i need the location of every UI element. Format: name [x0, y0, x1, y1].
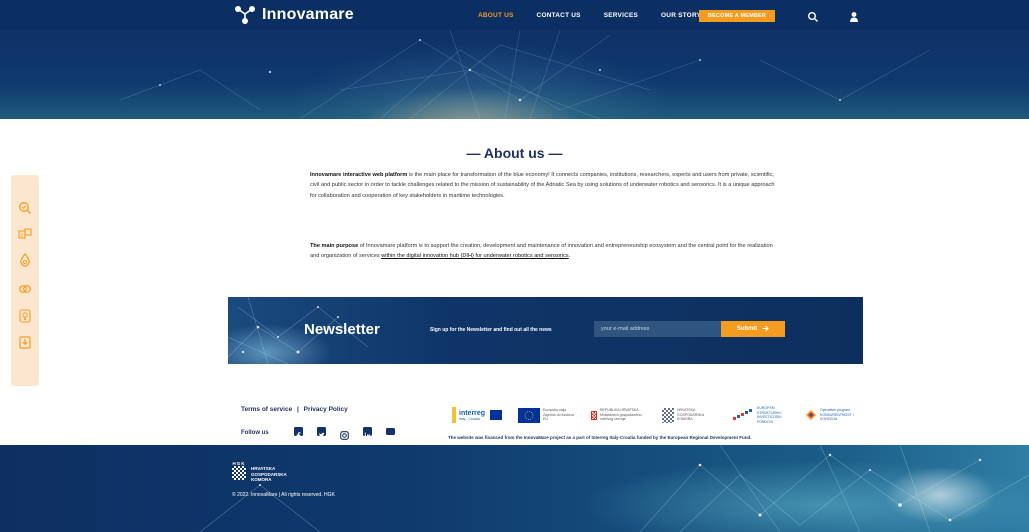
croatia-ministry-logo: REPUBLIKA HRVATSKA Ministarstvo gospodar… [591, 405, 646, 425]
op-icon [806, 410, 816, 420]
interreg-sub: Italy - Croatia [459, 416, 480, 421]
side-toolbar [11, 175, 39, 386]
youtube-icon[interactable] [386, 428, 395, 440]
twitter-icon[interactable] [317, 427, 326, 438]
nav-our-story[interactable]: OUR STORY [661, 12, 701, 19]
footer-links: Terms of service | Privacy Policy [241, 406, 351, 413]
interreg-text: interreg [459, 409, 486, 417]
logo-text: Innovamare [262, 6, 354, 23]
dih-link[interactable]: within the digital innovation hub (DIH) … [381, 253, 569, 259]
main-nav: ABOUT US CONTACT US SERVICES OUR STORY [478, 0, 724, 30]
hgk-line-3: KOMORA [251, 477, 272, 482]
email-input[interactable] [594, 321, 721, 337]
bulb-icon[interactable] [18, 309, 32, 323]
op-logo: Operativni program KONKURENTNOST I KOHEZ… [805, 405, 856, 425]
newsletter-title: Newsletter [304, 321, 380, 338]
about-p2-end: . [568, 253, 571, 260]
instagram-icon[interactable] [340, 427, 349, 440]
user-icon[interactable] [848, 10, 860, 22]
download-icon[interactable] [18, 335, 32, 349]
search-icon[interactable] [807, 10, 819, 23]
about-p2-bold: The main purpose [310, 243, 359, 249]
hgk-sponsor-text: HRVATSKA GOSPODARSKA KOMORA [677, 408, 705, 422]
eu-funds-icon [733, 409, 752, 420]
about-p1-bold: Innovamare interactive web platform [310, 172, 408, 178]
footer-network-graphic [199, 445, 1029, 532]
submit-button[interactable]: Submit [721, 321, 785, 337]
eu-logo: Europska unija Zajedno do fondova EU [518, 405, 575, 425]
privacy-link[interactable]: Privacy Policy [304, 406, 348, 413]
hgk-name: HRVATSKA GOSPODARSKA KOMORA [251, 466, 287, 483]
bottom-footer [0, 445, 1029, 532]
interreg-mark-icon [452, 407, 456, 423]
eu-funds-text: EUROPSKI STRUKTURNI I INVESTICIJSKI FOND… [757, 406, 782, 424]
drop-icon[interactable] [18, 253, 32, 267]
hero-network-graphic [119, 30, 931, 119]
op-text: Operativni program KONKURENTNOST I KOHEZ… [820, 408, 854, 422]
newsletter-banner: Newsletter Sign up for the Newsletter an… [228, 297, 863, 364]
hero-banner [0, 30, 1029, 119]
site-logo[interactable]: Innovamare [234, 5, 354, 25]
linkedin-icon[interactable] [363, 427, 372, 439]
interreg-logo: interreg Italy - Croatia [452, 405, 503, 425]
eu-flag-small-icon [490, 410, 503, 420]
eu-flag-icon [518, 407, 540, 423]
submit-label: Submit [736, 326, 758, 332]
copyright: © 2022. InnovaMare | All rights reserved… [232, 492, 335, 498]
croatia-coat-icon [591, 410, 597, 420]
funding-note: The website was financed from the Innova… [448, 435, 752, 440]
newsletter-text: Sign up for the Newsletter and find out … [430, 327, 552, 333]
nav-services[interactable]: SERVICES [604, 12, 638, 19]
hgk-checker-icon [232, 466, 246, 480]
about-paragraph-2: The main purpose of Innovamare platform … [310, 241, 780, 262]
facebook-icon[interactable] [294, 427, 303, 440]
nav-contact-us[interactable]: CONTACT US [537, 12, 581, 19]
eu-text: Europska unija Zajedno do fondova EU [543, 408, 574, 422]
chat-icon[interactable] [18, 228, 32, 242]
about-title: — About us — [466, 145, 563, 161]
logo-icon [234, 5, 256, 25]
croatia-text: REPUBLIKA HRVATSKA Ministarstvo gospodar… [600, 408, 643, 422]
become-member-button[interactable]: BECOME A MEMBER [699, 10, 775, 22]
footer-separator: | [297, 406, 299, 413]
hgk-footer-logo[interactable]: HGK HRVATSKA GOSPODARSKA KOMORA [232, 461, 287, 483]
eu-funds-logo: EUROPSKI STRUKTURNI I INVESTICIJSKI FOND… [732, 405, 797, 425]
follow-us-label: Follow us [241, 430, 269, 436]
hgk-checker-icon [662, 407, 674, 423]
hgk-sponsor-logo: HRVATSKA GOSPODARSKA KOMORA [662, 405, 711, 425]
top-navbar: Innovamare ABOUT US CONTACT US SERVICES … [0, 0, 1029, 30]
about-paragraph-1: Innovamare interactive web platform is t… [310, 170, 780, 201]
arrow-right-icon [762, 325, 769, 334]
nav-about-us[interactable]: ABOUT US [478, 12, 514, 19]
search-icon[interactable] [18, 201, 32, 215]
terms-link[interactable]: Terms of service [241, 406, 292, 413]
link-icon[interactable] [18, 282, 32, 296]
